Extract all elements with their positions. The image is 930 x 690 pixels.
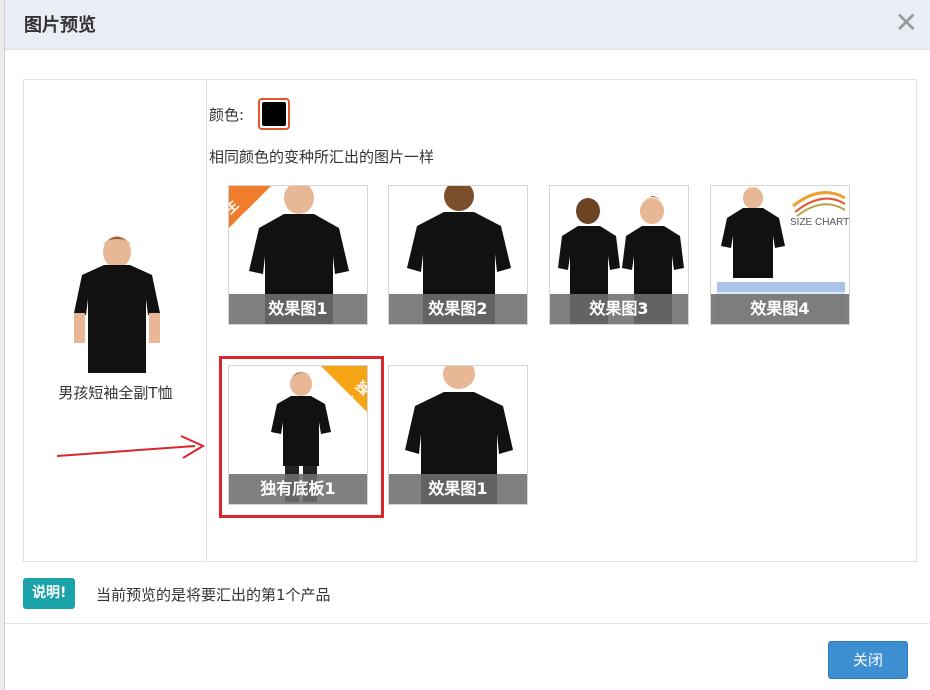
product-name: 男孩短袖全副T恤 [58,384,173,402]
thumbnail-caption: 效果图4 [711,294,849,324]
product-image [62,235,172,375]
thumbnail-effect-1-alt[interactable]: 效果图1 [388,365,528,505]
thumbnail-caption: 效果图2 [389,294,527,324]
thumbnail-effect-2[interactable]: 效果图2 [388,185,528,325]
info-text: 当前预览的是将要汇出的第1个产品 [96,586,331,604]
close-icon[interactable]: ✕ [895,8,918,38]
dialog-header: 图片预览 ✕ [5,0,930,50]
thumbnail-caption: 效果图3 [550,294,688,324]
thumbnail-effect-1[interactable]: 主图 效果图1 [228,185,368,325]
size-chart-title: SIZE CHART [790,217,849,228]
info-badge: 说明! [23,578,76,609]
color-row: 颜色: [209,98,291,130]
thumbnail-effect-3[interactable]: 效果图3 [549,185,689,325]
thumbnail-effect-4[interactable]: SIZE CHART 效果图4 [710,185,850,325]
color-label: 颜色: [209,105,245,124]
thumbnail-caption: 效果图1 [229,294,367,324]
red-arrow-annotation [57,435,206,459]
product-column: 男孩短袖全副T恤 [24,80,207,561]
color-swatch[interactable] [258,98,291,130]
dialog-title: 图片预览 [24,15,96,36]
variant-note: 相同颜色的变种所汇出的图片一样 [209,148,435,166]
close-button[interactable]: 关闭 [828,641,908,679]
highlight-box [219,356,384,518]
footer-divider [5,623,930,624]
image-preview-dialog: 图片预览 ✕ 男孩短袖全副T恤 颜色: 相同颜色的变种所汇出的图片一样 主图 效… [4,0,930,690]
thumbnail-caption: 效果图1 [389,474,527,504]
